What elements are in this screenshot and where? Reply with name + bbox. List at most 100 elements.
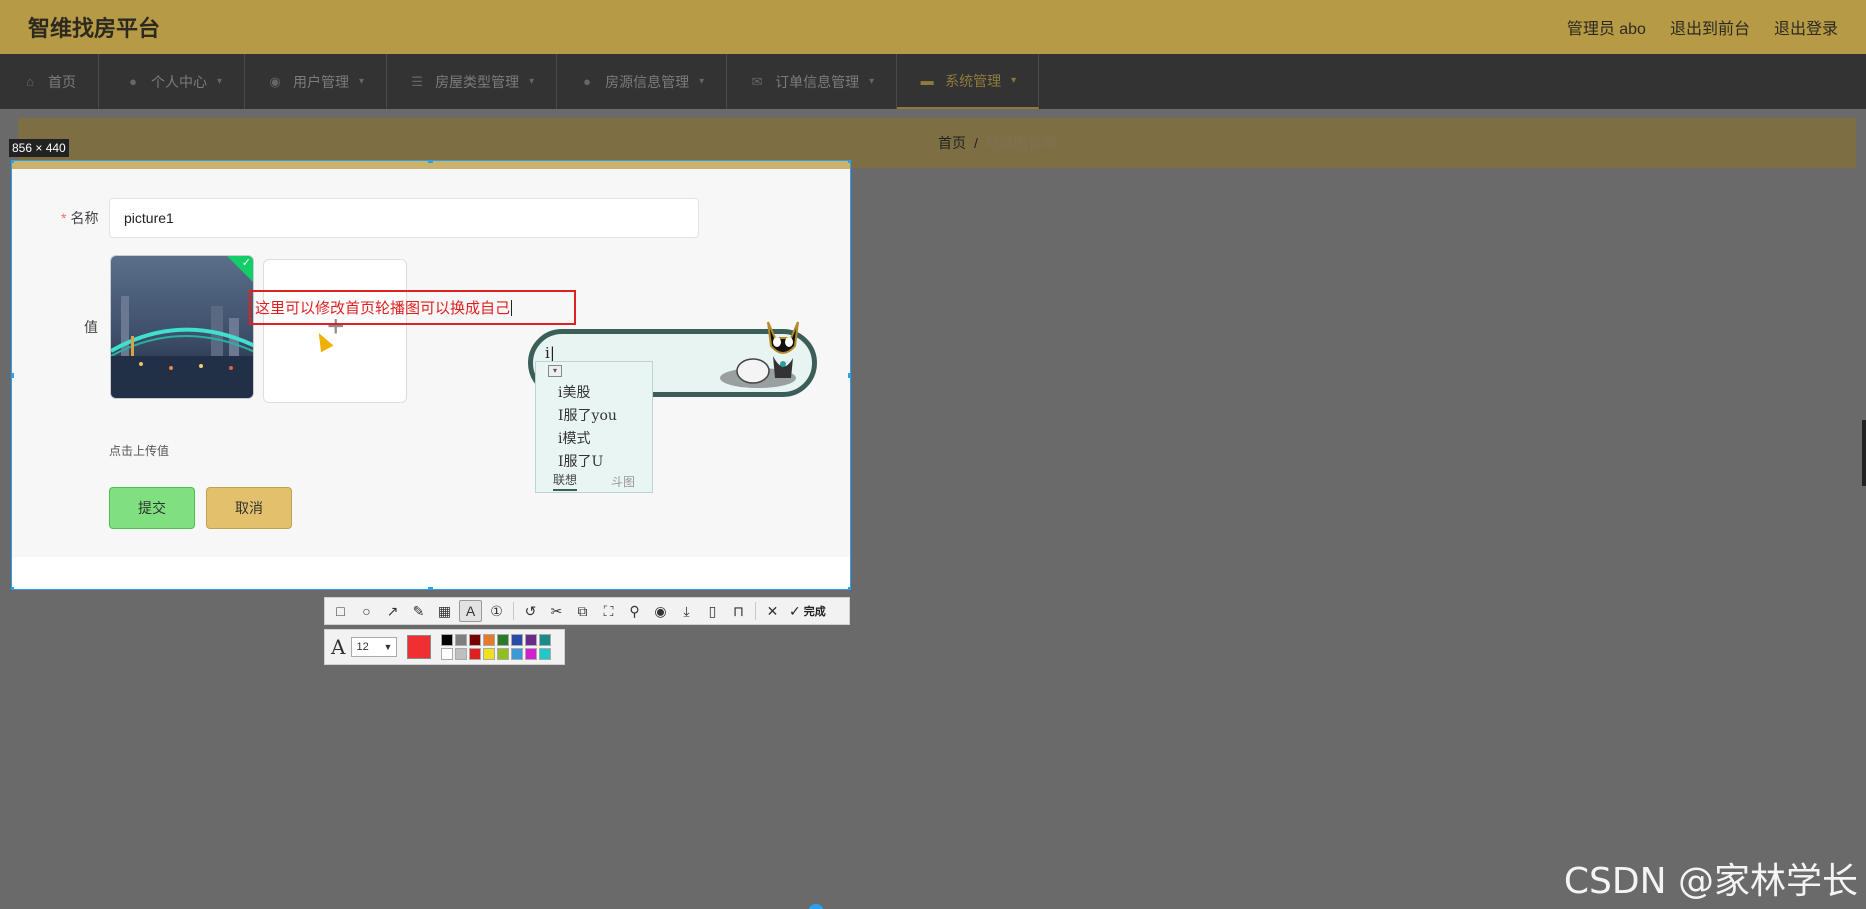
color-swatch[interactable] [455,634,468,646]
color-swatch[interactable] [511,634,524,646]
done-label: 完成 [803,606,826,618]
annotation-text: 这里可以修改首页轮播图可以换成自己 [255,300,511,317]
chevron-down-icon: ▾ [359,76,365,87]
text-caret [511,299,513,316]
chevron-down-icon: ▾ [217,76,223,87]
breadcrumb-home[interactable]: 首页 [938,133,966,153]
font-size-select[interactable]: 12 ▼ [351,637,398,657]
ellipse-icon[interactable]: ○ [355,600,378,622]
color-swatch[interactable] [455,648,468,660]
color-palette [441,634,552,660]
nav-label: 首页 [48,73,76,90]
ime-candidate-list: i美股 I服了you i模式 I服了U [558,382,617,474]
nav-item-orders[interactable]: ✉ 订单信息管理 ▾ [727,54,898,109]
translate-icon[interactable]: ⧉ [571,600,594,622]
ime-tab-associate[interactable]: 联想 [552,471,577,491]
nav-item-home[interactable]: ⌂ 首页 [0,54,99,109]
name-label-text: 名称 [70,210,99,226]
mail-icon: ✉ [751,73,763,89]
uploaded-image-thumbnail[interactable]: ✓ [110,255,254,399]
color-swatch[interactable] [497,634,510,646]
ime-candidate[interactable]: i模式 [558,428,617,451]
scissors-icon[interactable]: ✂ [545,600,568,622]
arrow-icon[interactable]: ↗ [381,600,404,622]
nav-item-system[interactable]: ▬ 系统管理 ▾ [897,54,1040,109]
resize-handle[interactable] [428,587,433,589]
resize-handle[interactable] [12,373,14,378]
value-label: 值 [84,319,98,335]
name-input[interactable]: picture1 [109,198,699,238]
bookmark-icon[interactable]: ⊓ [727,600,750,622]
color-swatch[interactable] [483,648,496,660]
color-swatch[interactable] [469,648,482,660]
record-icon[interactable]: ◉ [649,600,672,622]
ime-mascot-icon [720,321,799,388]
resize-handle[interactable] [12,161,14,163]
brand-title: 智维找房平台 [28,16,161,41]
chevron-down-icon: ▾ [529,76,535,87]
color-swatch[interactable] [525,648,538,660]
pin-icon: ◉ [269,73,281,89]
header-links: 管理员 abo 退出到前台 退出登录 [1567,15,1838,39]
submit-button[interactable]: 提交 [109,487,195,529]
logout-link[interactable]: 退出登录 [1774,15,1838,39]
resize-handle[interactable] [428,161,433,163]
color-swatch[interactable] [511,648,524,660]
chevron-down-icon[interactable]: ▾ [548,365,562,377]
form-area: * 名称 picture1 值 ✓ + 点击上传值 提交 取消 这里可以修改首页… [12,169,850,557]
nav-item-users[interactable]: ◉ 用户管理 ▾ [245,54,388,109]
color-swatch[interactable] [539,634,552,646]
ime-candidate-panel: ▾ i美股 I服了you i模式 I服了U 联想 斗图 [535,361,653,493]
main-nav: ⌂ 首页 ● 个人中心 ▾ ◉ 用户管理 ▾ ☰ 房屋类型管理 ▾ ● 房源信息… [0,54,1866,109]
color-swatch[interactable] [539,648,552,660]
nav-label: 系统管理 [945,72,1002,89]
resize-handle[interactable] [848,161,850,163]
nav-item-listings[interactable]: ● 房源信息管理 ▾ [557,54,728,109]
color-swatch[interactable] [441,648,454,660]
resize-handle[interactable] [848,587,850,589]
edge-handle [1862,420,1866,486]
text-annotation[interactable]: 这里可以修改首页轮播图可以换成自己 [249,290,576,325]
resize-handle[interactable] [12,587,14,589]
upload-box[interactable]: + [263,259,407,403]
color-swatch[interactable] [469,634,482,646]
pin-icon[interactable]: ⚲ [623,600,646,622]
number-marker-icon[interactable]: ① [485,600,508,622]
ime-candidate[interactable]: I服了you [558,405,617,428]
user-icon: ● [129,73,137,89]
screenshot-toolbar: □ ○ ↗ ✎ ▦ A ① ↺ ✂ ⧉ ⛶ ⚲ ◉ ⤓ ▯ ⊓ ✕ ✓ 完成 [324,597,850,625]
color-swatch[interactable] [483,634,496,646]
nav-label: 房源信息管理 [605,73,690,90]
nav-item-profile[interactable]: ● 个人中心 ▾ [99,54,246,109]
color-swatch[interactable] [525,634,538,646]
chevron-down-icon: ▼ [383,642,393,652]
text-tool-icon[interactable]: A [459,600,482,622]
ime-candidate[interactable]: i美股 [558,382,617,405]
color-swatch[interactable] [441,634,454,646]
ocr-icon[interactable]: ⛶ [597,600,620,622]
download-icon[interactable]: ⤓ [675,600,698,622]
done-button[interactable]: ✓ 完成 [789,603,826,620]
name-input-value: picture1 [124,210,174,226]
cancel-button[interactable]: 取消 [206,487,292,529]
list-icon: ☰ [411,73,423,89]
current-color-swatch[interactable] [407,635,432,659]
close-icon[interactable]: ✕ [761,600,784,622]
nav-item-house-types[interactable]: ☰ 房屋类型管理 ▾ [387,54,558,109]
top-header: 智维找房平台 管理员 abo 退出到前台 退出登录 [0,0,1866,54]
monitor-icon: ▬ [920,72,934,88]
toolbar-divider [513,602,514,620]
capture-region[interactable]: * 名称 picture1 值 ✓ + 点击上传值 提交 取消 这里可以修改首页… [11,160,851,590]
rectangle-icon[interactable]: □ [329,600,352,622]
breadcrumb-current: 轮播图管理 [985,135,1056,151]
resize-handle[interactable] [848,373,850,378]
ime-tab-sticker[interactable]: 斗图 [611,473,635,490]
pencil-icon[interactable]: ✎ [407,600,430,622]
font-icon: A [331,635,346,659]
admin-user-label: 管理员 abo [1566,21,1646,38]
undo-icon[interactable]: ↺ [519,600,542,622]
mosaic-icon[interactable]: ▦ [433,600,456,622]
front-page-link[interactable]: 退出到前台 [1670,15,1750,39]
phone-icon[interactable]: ▯ [701,600,724,622]
color-swatch[interactable] [497,648,510,660]
